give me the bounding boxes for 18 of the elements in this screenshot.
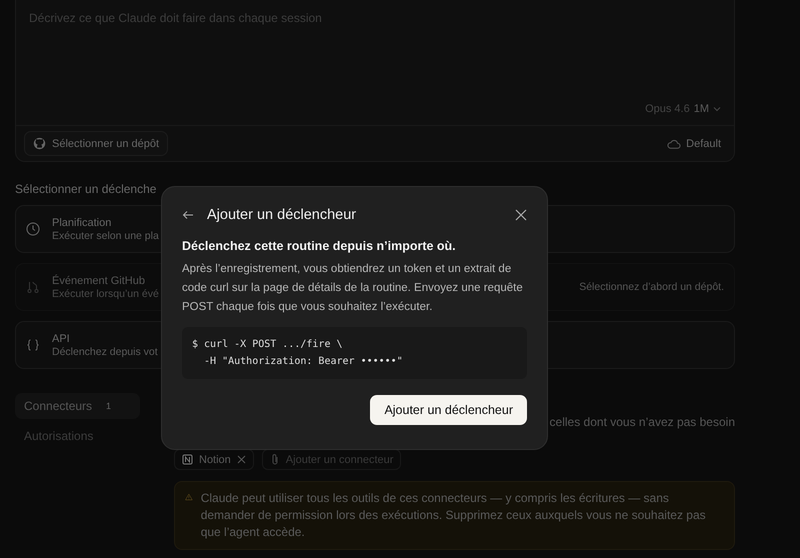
dialog-title: Ajouter un déclencheur xyxy=(207,207,356,223)
trigger-title: API xyxy=(52,332,71,344)
dialog-heading: Déclenchez cette routine depuis n’importe où. xyxy=(182,239,457,253)
trigger-title: Planification xyxy=(52,216,112,228)
trigger-description: Déclenchez depuis vot xyxy=(52,346,158,358)
trigger-description: Exécuter lorsqu’un évé xyxy=(52,288,159,300)
dialog-description: Après l’enregistrement, vous obtiendrez un token et un extrait de code curl sur la page de détails de la routine. Envoyez une requête POST chaque fois que vous souhaitez l’exécuter. xyxy=(182,262,524,315)
count-label: 1 xyxy=(106,401,112,411)
warning-text: Claude peut utiliser tous les outils de ces connecteurs — y compris les écritures — sans demander de permission lors des exécutions. Supprimez ceux auxquels vous ne souhaitez pas que l’agent accède. xyxy=(200,490,707,541)
code-line: $ curl -X POST .../fire \ xyxy=(192,338,344,352)
connectors-description: celles dont vous n’avez pas besoin xyxy=(550,415,735,429)
trigger-note: Sélectionnez d’abord un dépôt. xyxy=(579,281,724,293)
code-line: -H "Authorization: Bearer ••••••" xyxy=(203,355,404,369)
trigger-title: Événement GitHub xyxy=(52,274,146,286)
nav-label: Connecteurs xyxy=(24,399,92,413)
trigger-description: Exécuter selon une pla xyxy=(52,230,159,242)
section-heading: Sélectionner un déclenche xyxy=(15,182,158,196)
chip-label: Notion xyxy=(199,454,231,466)
